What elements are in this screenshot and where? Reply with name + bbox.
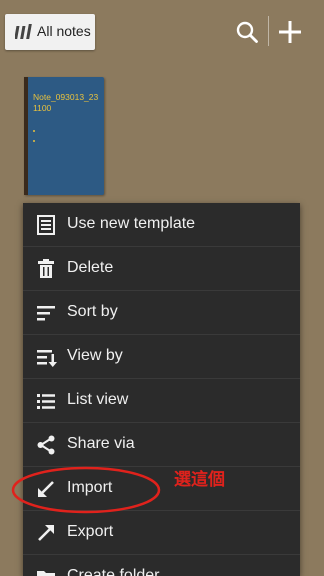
share-icon [37, 435, 55, 455]
menu-item-share-via[interactable]: Share via [23, 423, 300, 467]
options-menu: Use new template Delete Sort by View by [23, 203, 300, 576]
menu-item-label: List view [67, 391, 129, 408]
menu-item-sort-by[interactable]: Sort by [23, 291, 300, 335]
annotation-text: 選這個 [174, 470, 225, 489]
search-icon[interactable] [236, 21, 258, 43]
menu-item-export[interactable]: Export [23, 511, 300, 555]
menu-item-label: Delete [67, 259, 114, 276]
notebooks-icon [15, 24, 32, 39]
menu-item-use-new-template[interactable]: Use new template [23, 203, 300, 247]
action-bar: All notes [0, 0, 324, 64]
list-icon [37, 394, 55, 409]
export-arrow-icon [38, 525, 54, 541]
annotation-ellipse [11, 466, 161, 514]
menu-item-list-view[interactable]: List view [23, 379, 300, 423]
plus-icon[interactable] [278, 20, 302, 44]
menu-item-label: View by [67, 347, 123, 364]
menu-item-label: Sort by [67, 303, 118, 320]
sort-icon [37, 306, 55, 321]
menu-item-label: Use new template [67, 215, 196, 232]
menu-item-label: Create folder [67, 567, 160, 576]
view-by-icon [37, 350, 57, 367]
all-notes-label: All notes [37, 23, 91, 39]
menu-item-label: Export [67, 523, 114, 540]
trash-icon [38, 259, 54, 278]
menu-item-label: Share via [67, 435, 135, 452]
folder-icon [37, 571, 55, 576]
template-icon [37, 215, 55, 235]
all-notes-button[interactable]: All notes [5, 14, 95, 50]
notebook-dot [33, 140, 35, 142]
notebook-cover[interactable]: Note_093013_231100 [24, 77, 104, 195]
menu-item-delete[interactable]: Delete [23, 247, 300, 291]
notebook-dot [33, 130, 35, 132]
menu-item-view-by[interactable]: View by [23, 335, 300, 379]
menu-item-create-folder[interactable]: Create folder [23, 555, 300, 576]
notebook-spine [24, 77, 28, 195]
action-divider [268, 16, 269, 46]
notebook-title: Note_093013_231100 [33, 92, 99, 113]
